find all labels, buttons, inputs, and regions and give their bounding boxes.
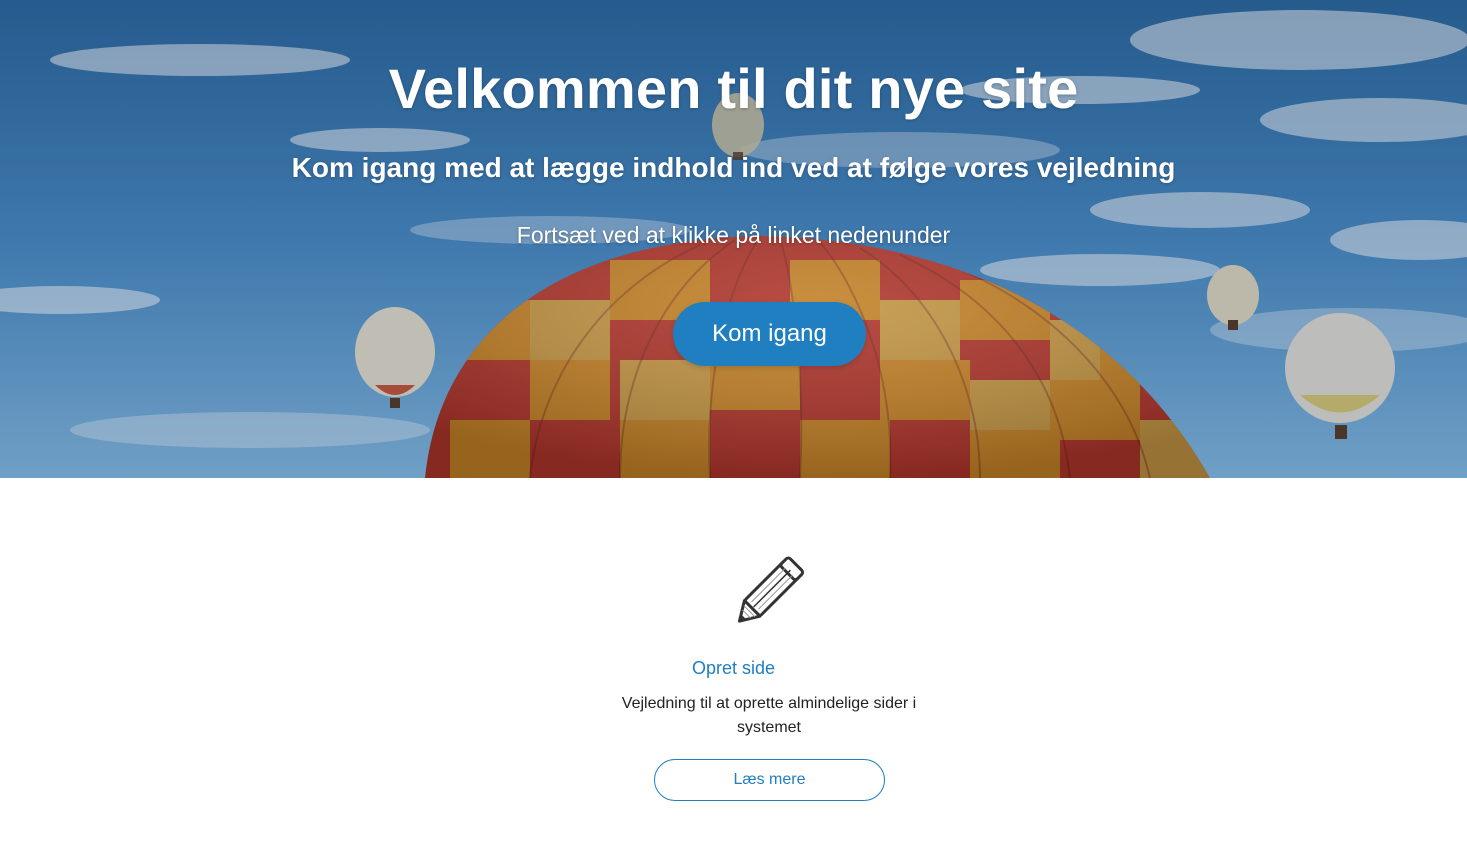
hero-title: Velkommen til dit nye site — [388, 57, 1079, 120]
pencil-icon — [737, 556, 805, 623]
hero-subtitle: Kom igang med at lægge indhold ind ved a… — [291, 152, 1176, 183]
hero-banner: Velkommen til dit nye site Kom igang med… — [0, 0, 1467, 478]
feature-description: Vejledning til at oprette almindelige si… — [621, 695, 917, 736]
laes-mere-button[interactable]: Læs mere — [654, 759, 885, 801]
kom-igang-button[interactable]: Kom igang — [673, 302, 866, 366]
hero-text: Fortsæt ved at klikke på linket nedenund… — [516, 222, 951, 248]
opret-side-link[interactable]: Opret side — [0, 658, 1467, 679]
